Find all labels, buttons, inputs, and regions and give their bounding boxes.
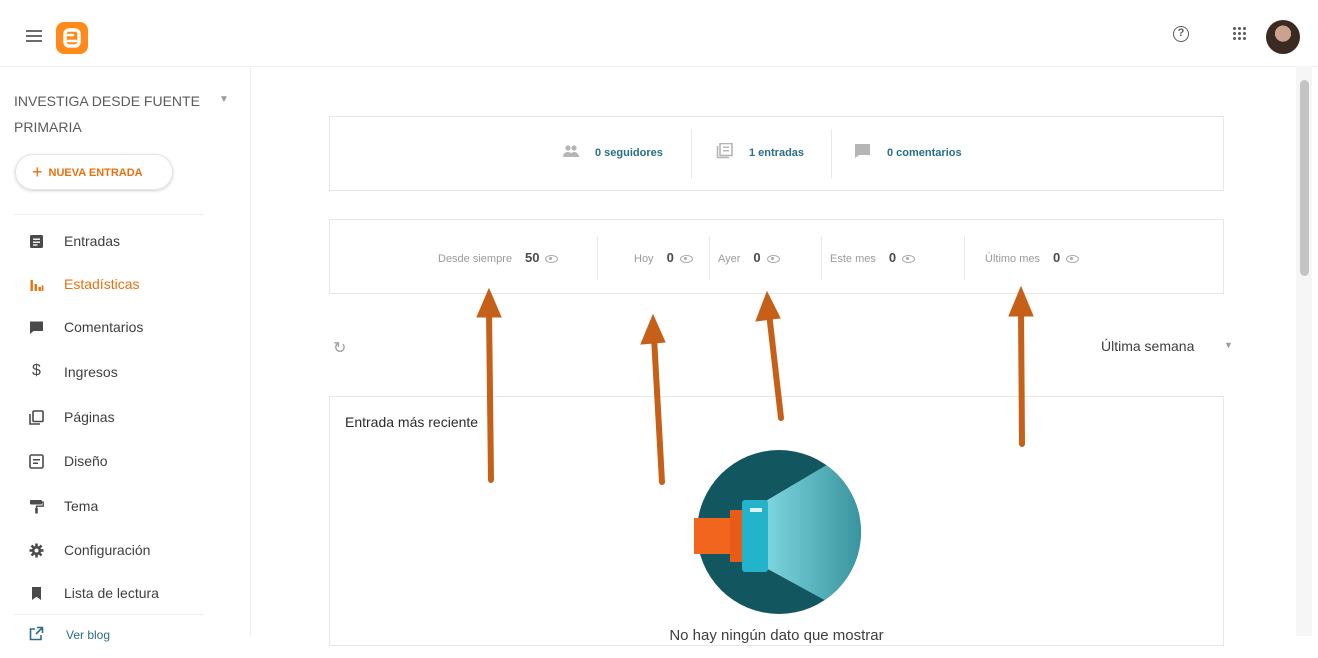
sidebar-item-ver-blog[interactable]: Ver blog <box>0 618 250 658</box>
views-value: 50 <box>524 250 540 265</box>
bookmark-icon <box>32 587 41 600</box>
new-entry-label: NUEVA ENTRADA <box>48 167 143 179</box>
blog-selector-caret-icon[interactable]: ▼ <box>219 94 229 105</box>
sidebar-item-label: Entradas <box>64 233 121 249</box>
views-value: 0 <box>666 250 674 265</box>
sidebar-item-estadisticas[interactable]: Estadísticas <box>0 265 250 305</box>
views-divider <box>821 236 822 280</box>
new-entry-button[interactable]: + NUEVA ENTRADA <box>15 154 173 190</box>
layout-icon <box>29 454 44 469</box>
blogger-logo-icon[interactable] <box>56 22 88 54</box>
blog-title[interactable]: INVESTIGA DESDE FUENTE PRIMARIA <box>14 88 204 140</box>
sidebar: INVESTIGA DESDE FUENTE PRIMARIA ▼ + NUEVA… <box>0 66 251 642</box>
sidebar-divider <box>14 614 204 615</box>
stat-divider <box>831 129 832 179</box>
views-value: 0 <box>888 250 897 265</box>
views-value: 0 <box>1053 250 1061 265</box>
views-today: Hoy 0 <box>634 250 693 265</box>
sidebar-item-comentarios[interactable]: Comentarios <box>0 308 250 348</box>
sidebar-item-entradas[interactable]: Entradas <box>0 222 250 262</box>
apps-grid-icon[interactable] <box>1233 27 1247 41</box>
views-label: Ayer <box>718 253 741 265</box>
range-select[interactable]: Última semana <box>1101 338 1194 354</box>
sidebar-item-configuracion[interactable]: Configuración <box>0 531 250 571</box>
stats-icon <box>30 280 44 291</box>
eye-icon <box>545 255 559 263</box>
chevron-down-icon[interactable]: ▼ <box>1224 340 1233 350</box>
pageviews-card: Desde siempre 50 Hoy 0 Ayer 0 Este mes 0 Últ… <box>329 219 1224 294</box>
flashlight-empty-illustration <box>694 450 861 614</box>
posts-count: 1 entradas <box>749 147 805 159</box>
eye-icon <box>766 255 780 263</box>
posts-stat[interactable]: 1 entradas <box>716 143 805 159</box>
sidebar-item-diseno[interactable]: Diseño <box>0 442 250 482</box>
sidebar-divider <box>14 214 204 215</box>
views-all-time: Desde siempre 50 <box>438 250 559 265</box>
posts-icon <box>716 143 733 159</box>
views-divider <box>597 236 598 280</box>
external-link-icon <box>29 626 44 641</box>
user-avatar[interactable] <box>1266 20 1300 54</box>
comment-icon <box>30 321 43 334</box>
paint-roller-icon <box>30 500 44 514</box>
sidebar-item-lista-de-lectura[interactable]: Lista de lectura <box>0 574 250 614</box>
views-label: Último mes <box>985 253 1041 265</box>
views-last-month: Último mes 0 <box>985 250 1080 265</box>
scrollbar-thumb[interactable] <box>1300 80 1309 276</box>
recent-entry-title: Entrada más reciente <box>345 414 479 430</box>
sidebar-item-label: Estadísticas <box>64 276 140 292</box>
annotation-arrowhead <box>755 290 781 322</box>
plus-icon: + <box>32 162 43 182</box>
views-divider <box>964 236 965 280</box>
followers-stat[interactable]: 0 seguidores <box>563 145 663 159</box>
eye-icon <box>902 255 916 263</box>
views-label: Desde siempre <box>438 253 512 265</box>
views-label: Este mes <box>830 253 876 265</box>
views-value: 0 <box>753 250 761 265</box>
sidebar-item-tema[interactable]: Tema <box>0 487 250 527</box>
help-circle-icon[interactable]: ? <box>1173 26 1189 42</box>
sidebar-item-label: Diseño <box>64 453 108 469</box>
stat-divider <box>691 129 692 179</box>
sidebar-item-label: Lista de lectura <box>64 585 159 601</box>
sidebar-item-label: Comentarios <box>64 319 144 335</box>
eye-icon <box>1066 255 1080 263</box>
views-yesterday: Ayer 0 <box>718 250 780 265</box>
comments-count: 0 comentarios <box>887 147 962 159</box>
sidebar-item-label: Ver blog <box>66 628 111 642</box>
pages-icon <box>29 410 44 425</box>
comments-stat[interactable]: 0 comentarios <box>855 144 962 159</box>
views-this-month: Este mes 0 <box>830 250 916 265</box>
sidebar-item-label: Páginas <box>64 409 115 425</box>
scrollbar[interactable] <box>1296 66 1312 636</box>
top-bar: ? <box>0 0 1318 67</box>
posts-icon <box>30 235 43 248</box>
annotation-arrowhead <box>640 313 666 345</box>
eye-icon <box>679 255 693 263</box>
dollar-icon: $ <box>32 362 41 379</box>
sidebar-item-label: Tema <box>64 498 99 514</box>
people-icon <box>563 145 579 157</box>
refresh-icon[interactable]: ↻ <box>333 338 346 358</box>
gear-icon <box>29 543 44 558</box>
views-divider <box>709 236 710 280</box>
recent-entry-card: Entrada más reciente No hay ningún dato … <box>329 396 1224 646</box>
sidebar-item-label: Ingresos <box>64 364 118 380</box>
sidebar-item-paginas[interactable]: Páginas <box>0 398 250 438</box>
sidebar-item-ingresos[interactable]: $ Ingresos <box>0 353 250 393</box>
sidebar-item-label: Configuración <box>64 542 151 558</box>
comment-icon <box>855 144 870 158</box>
blog-stats-card: 0 seguidores 1 entradas 0 comentarios <box>329 116 1224 191</box>
followers-count: 0 seguidores <box>595 147 663 159</box>
views-label: Hoy <box>634 253 654 265</box>
hamburger-menu-icon[interactable] <box>26 30 42 45</box>
